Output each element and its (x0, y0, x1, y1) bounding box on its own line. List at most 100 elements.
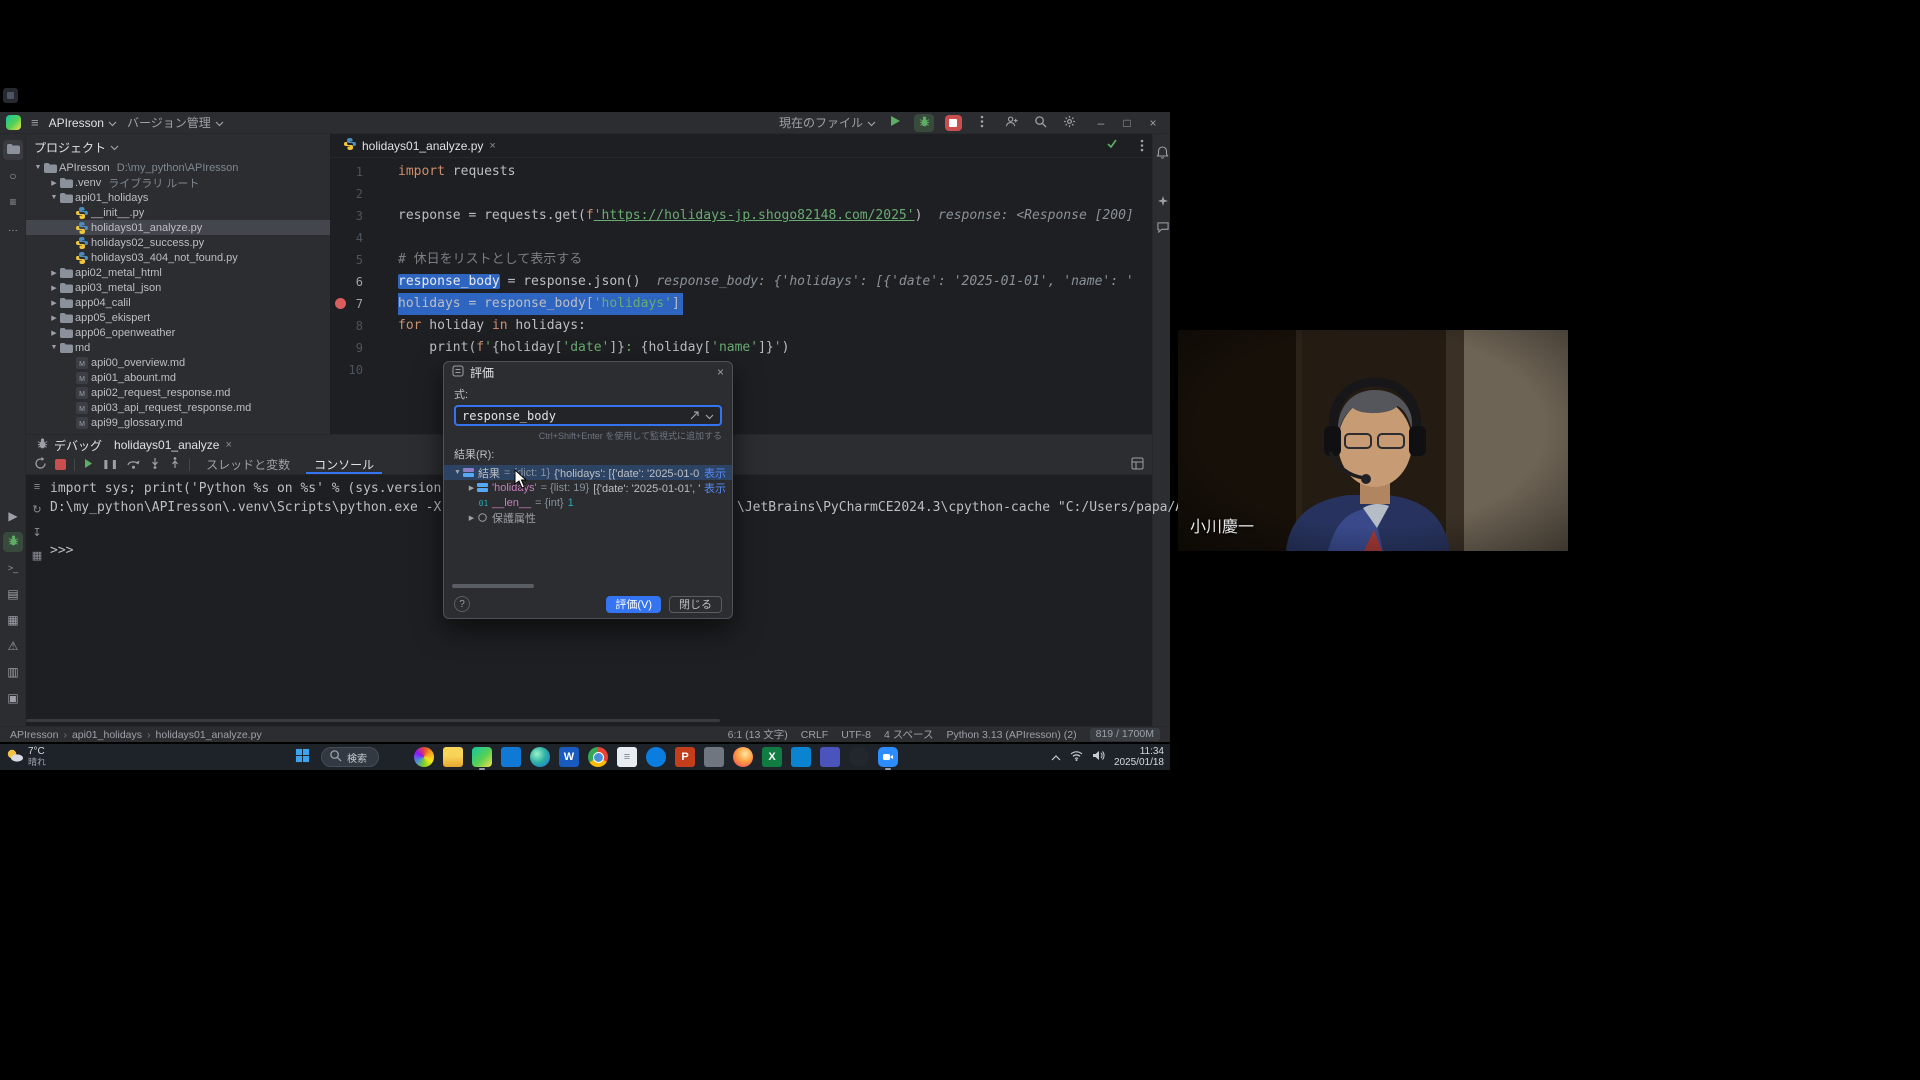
ai-assistant-icon[interactable] (1155, 192, 1170, 212)
run-toolwindow-icon[interactable]: ▶ (3, 506, 23, 526)
show-value-link[interactable]: 表示 (704, 465, 726, 480)
project-toolwindow-icon[interactable] (3, 140, 23, 160)
taskbar-app-skype[interactable] (646, 747, 666, 767)
tree-item-api99_glossary.md[interactable]: Mapi99_glossary.md (26, 415, 330, 430)
code-line-8[interactable]: for holiday in holidays: (398, 315, 1152, 337)
gutter-line-2[interactable]: 2 (330, 183, 372, 205)
tree-item-api03_api_request_response.md[interactable]: Mapi03_api_request_response.md (26, 400, 330, 415)
tray-overflow-icon[interactable] (1051, 748, 1061, 766)
gutter-line-4[interactable]: 4 (330, 227, 372, 249)
tree-item-api02_metal_html[interactable]: ▶api02_metal_html (26, 265, 330, 280)
step-out-icon[interactable] (169, 457, 181, 472)
taskbar-app-vs[interactable] (704, 747, 724, 767)
close-button[interactable]: × (1140, 113, 1166, 133)
line-separator[interactable]: CRLF (801, 729, 828, 741)
gutter-line-8[interactable]: 8 (330, 315, 372, 337)
taskbar-app-zoom[interactable] (878, 747, 898, 767)
tab-console[interactable]: コンソール (306, 455, 382, 474)
tree-item-.venv[interactable]: ▶.venvライブラリ ルート (26, 175, 330, 190)
caret-position[interactable]: 6:1 (13 文字) (728, 727, 788, 742)
code-line-2[interactable] (398, 183, 1152, 205)
file-encoding[interactable]: UTF-8 (841, 729, 871, 741)
taskbar-clock[interactable]: 11:34 2025/01/18 (1114, 746, 1164, 768)
tree-item-app06_openweather[interactable]: ▶app06_openweather (26, 325, 330, 340)
indent-style[interactable]: 4 スペース (884, 727, 934, 742)
taskbar-app-powerpoint[interactable]: P (675, 747, 695, 767)
stop-button[interactable] (943, 114, 963, 132)
taskbar-app-vscode[interactable] (791, 747, 811, 767)
volume-icon[interactable] (1092, 748, 1105, 766)
terminal-icon[interactable]: ▤ (3, 584, 23, 604)
tree-item-app05_ekispert[interactable]: ▶app05_ekispert (26, 310, 330, 325)
tree-item-holidays03_404_not_found.py[interactable]: holidays03_404_not_found.py (26, 250, 330, 265)
debug-button[interactable] (914, 114, 934, 132)
run-button[interactable] (885, 114, 905, 132)
expression-input[interactable]: response_body (454, 405, 722, 426)
dialog-title-bar[interactable]: 評価 × (444, 362, 732, 382)
gutter-line-6[interactable]: 6 (330, 271, 372, 293)
code-line-9[interactable]: print(f'{holiday['date']}: {holiday['nam… (398, 337, 1152, 359)
start-button[interactable] (292, 747, 312, 767)
dialog-close-icon[interactable]: × (717, 365, 724, 379)
layout-settings-icon[interactable] (1131, 457, 1144, 473)
notifications-icon[interactable] (1155, 144, 1170, 164)
history-chevron-icon[interactable] (705, 409, 714, 423)
gutter-line-9[interactable]: 9 (330, 337, 372, 359)
editor-tab[interactable]: holidays01_analyze.py × (338, 134, 502, 157)
tree-item-api01_holidays[interactable]: ▼api01_holidays (26, 190, 330, 205)
tree-item-APIresson[interactable]: ▼APIressonD:\my_python\APIresson (26, 160, 330, 175)
evaluate-button[interactable]: 評価(V) (606, 596, 661, 613)
gutter-line-5[interactable]: 5 (330, 249, 372, 271)
tree-item-holidays02_success.py[interactable]: holidays02_success.py (26, 235, 330, 250)
taskbar-app-pinwheel[interactable] (414, 747, 434, 767)
tree-item-__init__.py[interactable]: __init__.py (26, 205, 330, 220)
tree-item-app04_calil[interactable]: ▶app04_calil (26, 295, 330, 310)
problems-icon[interactable]: ⚠ (3, 636, 23, 656)
chat-toolwindow-icon[interactable] (1155, 218, 1170, 238)
taskbar-app-teams[interactable] (820, 747, 840, 767)
taskbar-app-pycharm[interactable] (472, 747, 492, 767)
commit-toolwindow-icon[interactable]: ○ (3, 166, 23, 186)
packages-icon[interactable]: ▥ (3, 662, 23, 682)
step-over-icon[interactable] (127, 457, 141, 472)
console-icon-4[interactable]: ▦ (28, 549, 46, 562)
taskbar-app-word[interactable]: W (559, 747, 579, 767)
result-row-0[interactable]: ▼結果= {dict: 1}{'holidays': [{'date': '20… (444, 465, 732, 480)
settings-icon[interactable] (1059, 114, 1079, 132)
code-line-5[interactable]: # 休日をリストとして表示する (398, 249, 1152, 271)
taskbar-app-chrome[interactable] (588, 747, 608, 767)
tree-item-api01_abount.md[interactable]: Mapi01_abount.md (26, 370, 330, 385)
tree-item-api03_metal_json[interactable]: ▶api03_metal_json (26, 280, 330, 295)
debug-session-tab[interactable]: holidays01_analyze × (106, 435, 240, 455)
breadcrumb-item[interactable]: APIresson (10, 729, 58, 741)
taskbar-app-excel[interactable]: X (762, 747, 782, 767)
structure-toolwindow-icon[interactable]: ≡ (3, 192, 23, 212)
taskbar-app-firefox[interactable] (733, 747, 753, 767)
code-line-7[interactable]: holidays = response_body['holidays'] (398, 293, 1152, 315)
taskbar-app-explorer[interactable] (443, 747, 463, 767)
breadcrumb-item[interactable]: api01_holidays (72, 729, 142, 741)
taskbar-search[interactable]: 検索 (321, 747, 379, 767)
taskbar-app-github[interactable] (849, 747, 869, 767)
result-row-3[interactable]: ▶保護属性 (444, 510, 732, 525)
project-widget[interactable]: APIresson (49, 116, 117, 130)
services-icon[interactable]: ▦ (3, 610, 23, 630)
result-row-1[interactable]: ▶'holidays'= {list: 19}[{'date': '2025-0… (444, 480, 732, 495)
vcs-widget[interactable]: バージョン管理 (127, 114, 224, 131)
dialog-scrollbar[interactable] (452, 584, 534, 588)
desktop-shortcut-icon[interactable] (3, 88, 18, 103)
rerun-icon[interactable] (34, 457, 47, 473)
todo-icon[interactable]: ▣ (3, 688, 23, 708)
chevron-down-icon[interactable] (110, 140, 119, 154)
editor-gutter[interactable]: 12345678910 (330, 158, 372, 434)
gutter-line-3[interactable]: 3 (330, 205, 372, 227)
run-config-selector[interactable]: 現在のファイル (779, 114, 876, 131)
step-into-icon[interactable] (149, 457, 161, 472)
debug-toolwindow-label[interactable]: デバッグ (36, 437, 102, 454)
tree-item-api00_overview.md[interactable]: Mapi00_overview.md (26, 355, 330, 370)
gutter-line-1[interactable]: 1 (330, 161, 372, 183)
code-line-3[interactable]: response = requests.get(f'https://holida… (398, 205, 1152, 227)
maximize-button[interactable]: □ (1114, 113, 1140, 133)
python-interpreter[interactable]: Python 3.13 (APIresson) (2) (946, 729, 1076, 741)
more-toolwindows-icon[interactable]: ··· (3, 220, 23, 240)
